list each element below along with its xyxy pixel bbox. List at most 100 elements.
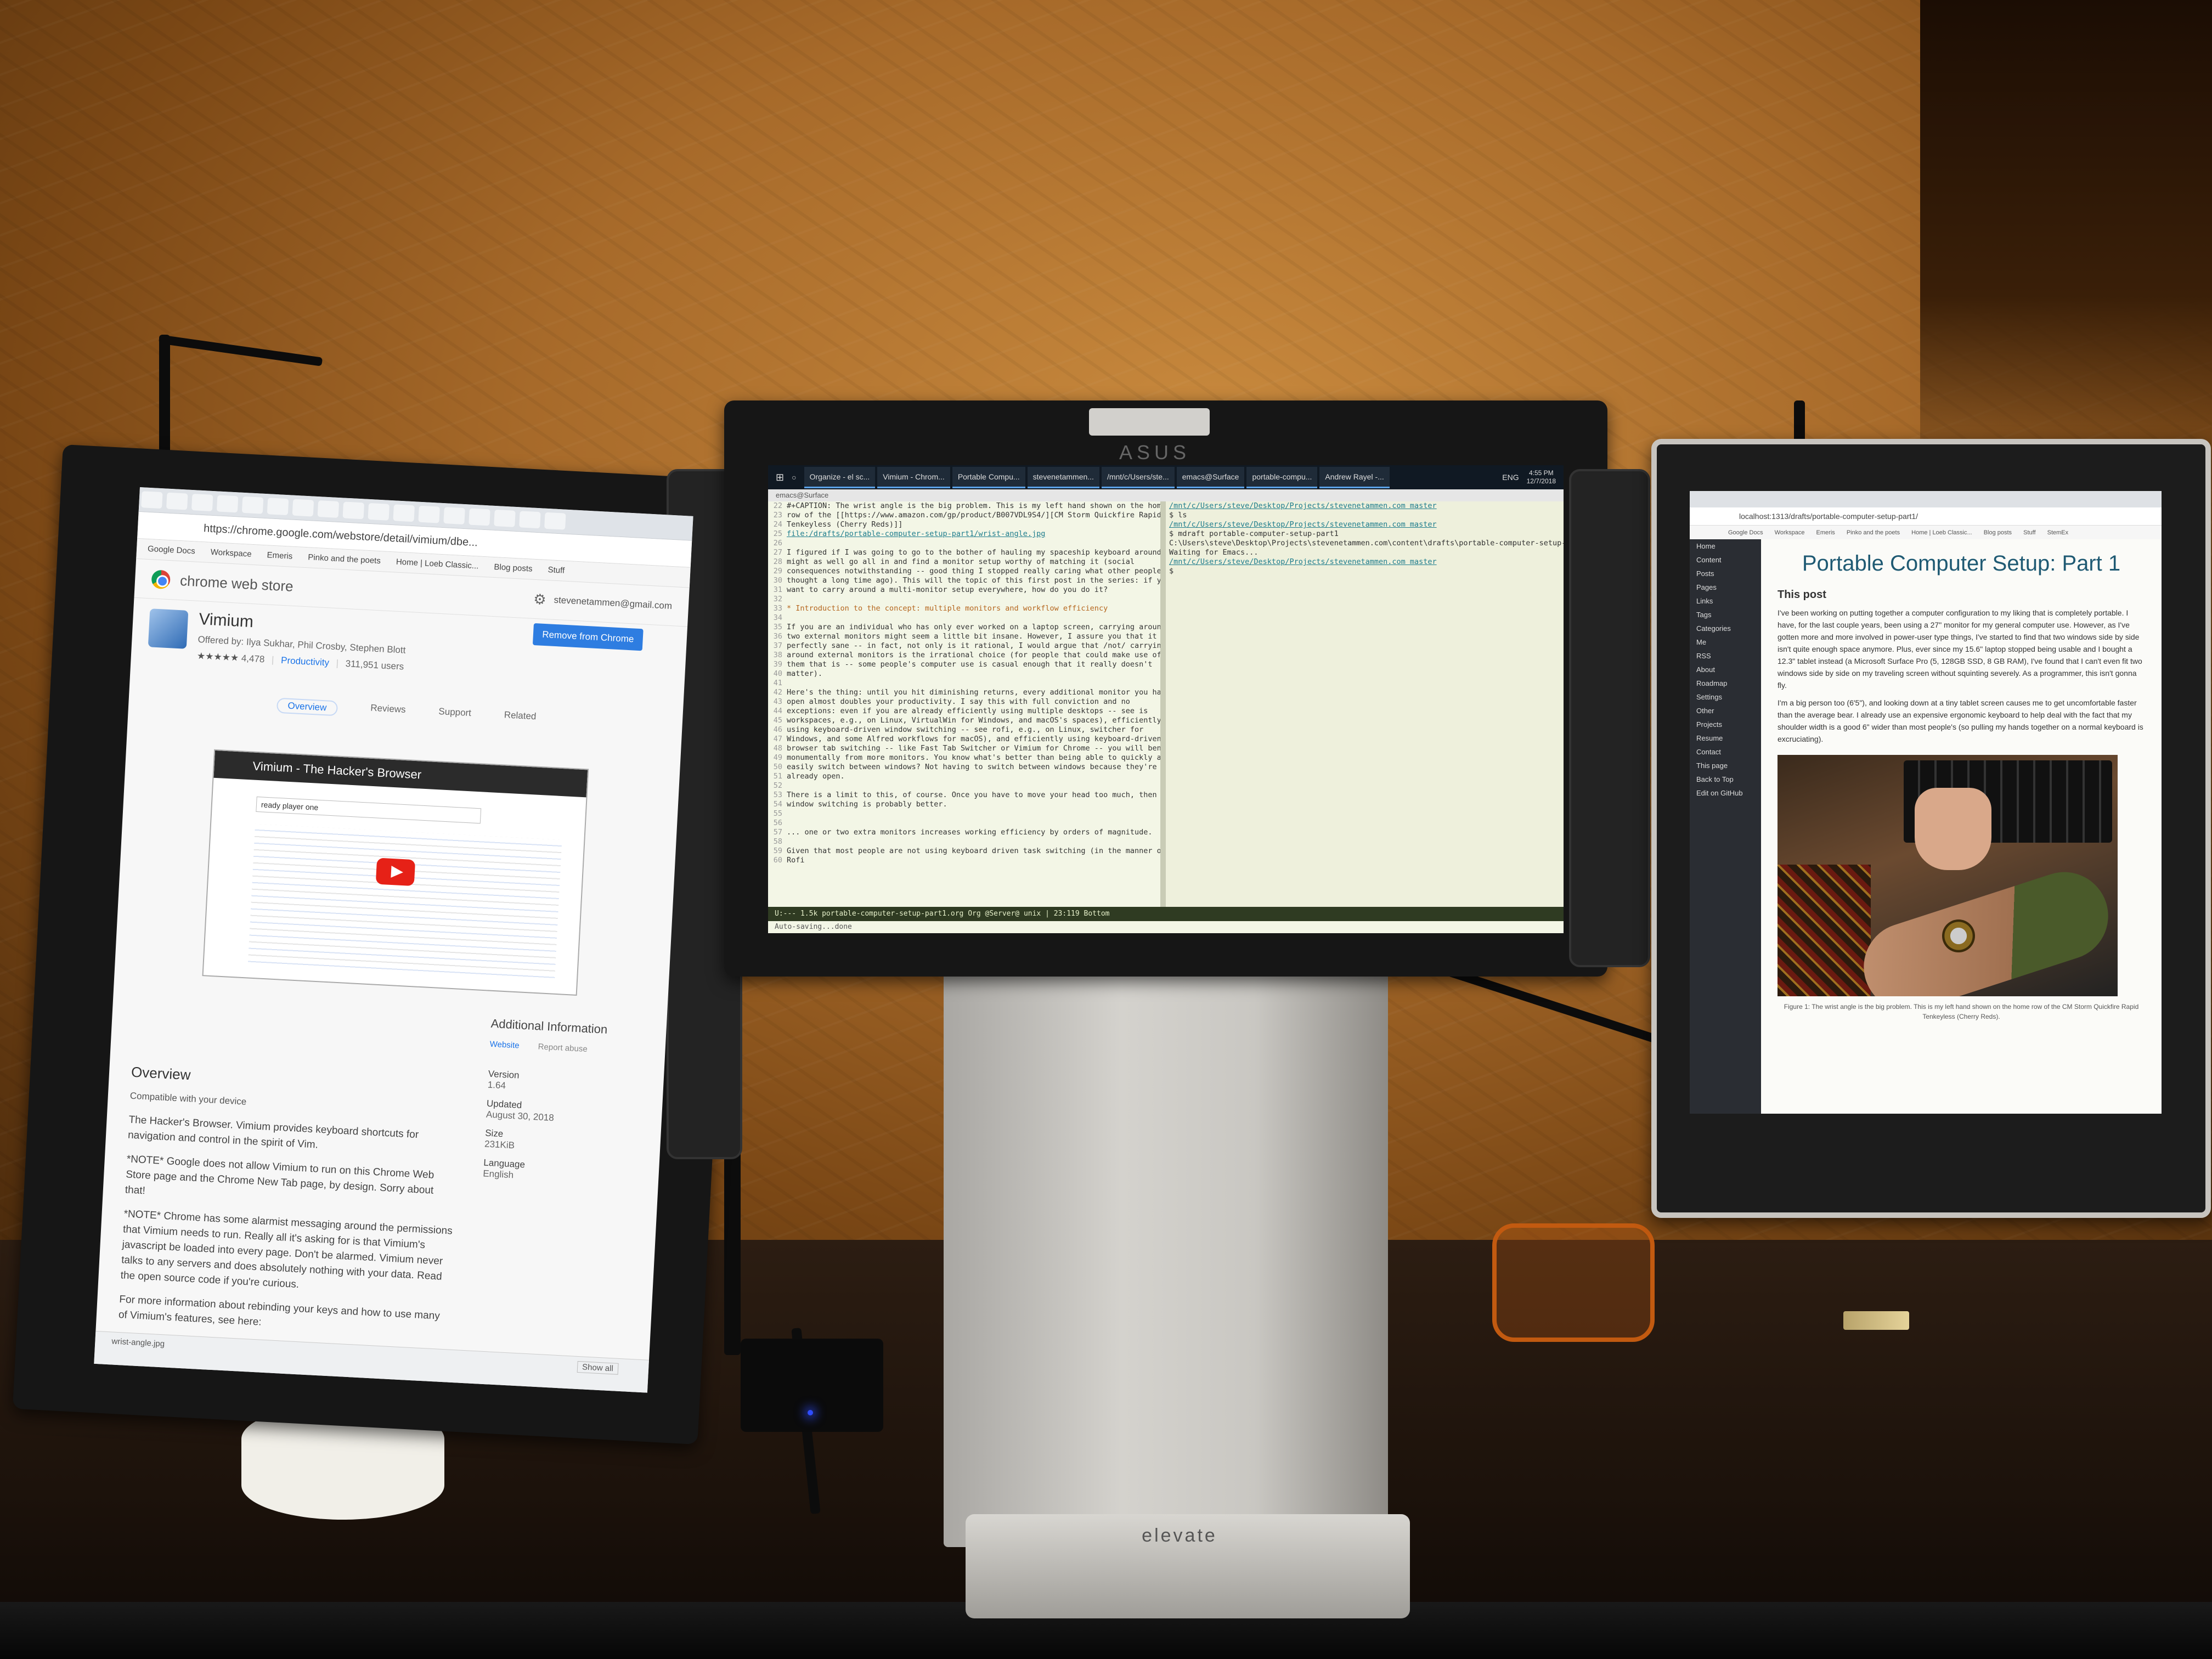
browser-tab[interactable] (292, 499, 314, 517)
taskbar-item[interactable]: Andrew Rayel -... (1319, 466, 1390, 488)
bookmark[interactable]: Pinko and the poets (308, 552, 381, 566)
tab-support[interactable]: Support (438, 706, 471, 723)
category-link[interactable]: Productivity (281, 655, 330, 668)
bookmark[interactable]: Blog posts (1984, 529, 2012, 536)
bookmark[interactable]: Pinko and the poets (1847, 529, 1900, 536)
sidebar-item[interactable]: This page (1690, 759, 1761, 772)
language-indicator[interactable]: ENG (1502, 473, 1519, 482)
bookmark[interactable]: Home | Loeb Classic... (396, 557, 479, 571)
browser-tab[interactable] (267, 498, 289, 516)
org-buffer-pane[interactable]: 22 #+CAPTION: The wrist angle is the big … (768, 501, 1160, 907)
promo-video[interactable]: Vimium - The Hacker's Browser ready play… (202, 749, 589, 996)
line-text: two external monitors might seem a littl… (787, 632, 1160, 641)
sidebar-item[interactable]: Content (1690, 553, 1761, 567)
clock[interactable]: 4:55 PM 12/7/2018 (1527, 469, 1556, 486)
tab-reviews[interactable]: Reviews (370, 703, 406, 720)
line-number: 38 (773, 651, 782, 659)
taskbar-item[interactable]: emacs@Surface (1176, 466, 1245, 488)
tab-overview[interactable]: Overview (276, 697, 338, 716)
bookmark[interactable]: Stuff (2023, 529, 2035, 536)
browser-tab[interactable] (393, 504, 415, 522)
gear-icon[interactable]: ⚙ (533, 590, 547, 608)
browser-tab[interactable] (368, 503, 390, 521)
editor-line: 34 (768, 613, 1160, 623)
browser-tab[interactable] (216, 495, 239, 513)
editor-line: 58 (768, 837, 1160, 847)
sidebar-item[interactable]: Settings (1690, 690, 1761, 704)
sidebar-item[interactable]: Contact (1690, 745, 1761, 759)
address-bar[interactable]: localhost:1313/drafts/portable-computer-… (1690, 507, 2162, 526)
minibuffer[interactable]: Auto-saving...done (768, 921, 1564, 933)
bookmark[interactable]: Emeris (1816, 529, 1835, 536)
website-link[interactable]: Website (489, 1040, 520, 1051)
browser-tab[interactable] (191, 494, 213, 511)
line-number: 33 (773, 604, 782, 613)
sidebar-item[interactable]: Pages (1690, 580, 1761, 594)
taskbar-item[interactable]: Organize - el sc... (804, 466, 876, 488)
sidebar-item[interactable]: Me (1690, 635, 1761, 649)
browser-tab[interactable] (494, 509, 516, 527)
taskbar-item[interactable]: portable-compu... (1246, 466, 1318, 488)
windows-start-icon[interactable]: ⊞ (776, 472, 784, 483)
taskbar-item[interactable]: Vimium - Chrom... (877, 466, 950, 488)
sidebar-item[interactable]: Tags (1690, 608, 1761, 622)
browser-tab[interactable] (443, 507, 465, 525)
store-name[interactable]: chrome web store (179, 572, 294, 595)
sidebar-item[interactable]: RSS (1690, 649, 1761, 663)
sidebar-item[interactable]: Links (1690, 594, 1761, 608)
sidebar-item[interactable]: Edit on GitHub (1690, 786, 1761, 800)
line-number: 54 (773, 800, 782, 809)
browser-tab[interactable] (166, 492, 188, 510)
bookmark[interactable]: Stuff (548, 565, 565, 575)
browser-tab[interactable] (342, 501, 365, 520)
bookmark[interactable]: Google Docs (148, 544, 195, 556)
bookmark[interactable]: Workspace (1775, 529, 1805, 536)
tab-related[interactable]: Related (504, 709, 537, 726)
line-number: 37 (773, 641, 782, 650)
sidebar-item[interactable]: Roadmap (1690, 676, 1761, 690)
sidebar-item[interactable]: Home (1690, 539, 1761, 553)
editor-line: 22 #+CAPTION: The wrist angle is the big … (768, 501, 1160, 511)
sidebar-item[interactable]: Other (1690, 704, 1761, 718)
browser-tab[interactable] (241, 496, 264, 514)
editor-line: 45 workspaces, e.g., on Linux, VirtualWin… (768, 716, 1160, 725)
search-icon[interactable]: ○ (792, 473, 796, 482)
line-number: 42 (773, 688, 782, 697)
show-all-button[interactable]: Show all (577, 1361, 619, 1375)
browser-tab[interactable] (418, 505, 440, 523)
remove-from-chrome-button[interactable]: Remove from Chrome (532, 623, 644, 651)
taskbar-item[interactable]: /mnt/c/Users/ste... (1101, 466, 1175, 488)
browser-tab[interactable] (519, 511, 541, 529)
line-text: browser tab switching -- like Fast Tab S… (787, 744, 1160, 753)
shell-buffer-pane[interactable]: /mnt/c/Users/steve/Desktop/Projects/stev… (1166, 501, 1564, 907)
bookmark[interactable]: Emeris (267, 550, 292, 561)
safety-glasses (1492, 1223, 1655, 1342)
shell-line: /mnt/c/Users/steve/Desktop/Projects/stev… (1169, 557, 1437, 566)
bookmark[interactable]: Workspace (210, 548, 252, 559)
sidebar-item[interactable]: Posts (1690, 567, 1761, 580)
browser-tab[interactable] (317, 500, 340, 518)
sidebar-item[interactable]: About (1690, 663, 1761, 676)
line-number: 41 (773, 679, 782, 687)
bookmark[interactable]: Blog posts (494, 562, 533, 574)
download-item[interactable]: wrist-angle.jpg (111, 1336, 165, 1348)
overview-paragraph: *NOTE* Chrome has some alarmist messagin… (120, 1208, 453, 1291)
sidebar-item[interactable]: Projects (1690, 718, 1761, 731)
browser-tab[interactable] (141, 491, 163, 509)
bookmark[interactable]: Google Docs (1728, 529, 1763, 536)
sidebar-item[interactable]: Back to Top (1690, 772, 1761, 786)
bookmark[interactable]: StemEx (2047, 529, 2069, 536)
editor-line: 44 exceptions: even if you are already ef… (768, 707, 1160, 716)
sidebar-item[interactable]: Resume (1690, 731, 1761, 745)
video-results (247, 823, 562, 983)
line-text: workspaces, e.g., on Linux, VirtualWin f… (787, 716, 1160, 725)
bookmark[interactable]: Home | Loeb Classic... (1911, 529, 1972, 536)
report-abuse-link[interactable]: Report abuse (538, 1042, 588, 1054)
sidebar-item[interactable]: Categories (1690, 622, 1761, 635)
play-icon[interactable] (375, 857, 416, 887)
taskbar-item[interactable]: stevenetammen... (1027, 466, 1099, 488)
taskbar-item[interactable]: Portable Compu... (952, 466, 1025, 488)
browser-tab[interactable] (469, 508, 490, 526)
account-email[interactable]: stevenetammen@gmail.com (554, 595, 672, 612)
browser-tab[interactable] (544, 512, 566, 530)
